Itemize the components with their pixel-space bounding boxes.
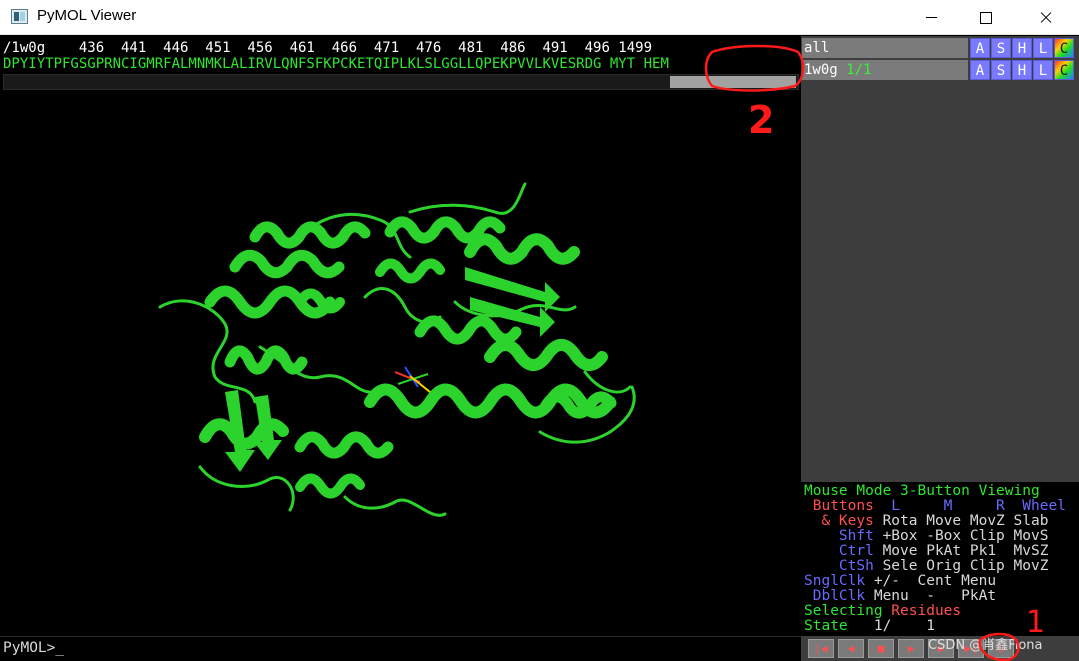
label-button[interactable]: L: [1033, 38, 1053, 58]
color-button[interactable]: C: [1054, 38, 1074, 58]
ctrl-shift-row: CtSh Sele Orig Clip MovZ: [804, 558, 1049, 574]
watermark: CSDN @肖鑫Fiona: [928, 638, 1043, 653]
show-button[interactable]: S: [991, 38, 1011, 58]
maximize-button[interactable]: [963, 0, 1009, 35]
play-icon[interactable]: ▶: [898, 639, 924, 658]
command-prompt[interactable]: PyMOL>_: [3, 640, 64, 656]
object-name[interactable]: all: [802, 38, 968, 58]
mouse-mode-title[interactable]: Mouse Mode 3-Button Viewing: [804, 484, 1040, 499]
label-button[interactable]: L: [1033, 60, 1053, 80]
shift-row: Shft +Box -Box Clip MovS: [804, 528, 1049, 544]
action-button[interactable]: A: [970, 60, 990, 80]
double-click-row: DblClk Menu - PkAt: [804, 588, 997, 604]
keys-row: & Keys Rota Move MovZ Slab: [804, 513, 1049, 529]
ctrl-row: Ctrl Move PkAt Pk1 MvSZ: [804, 543, 1049, 559]
sequence-scrollbar-thumb[interactable]: [670, 76, 796, 88]
state-row: State 1/ 1: [804, 618, 935, 634]
object-name[interactable]: 1w0g 1/1: [802, 60, 968, 80]
minimize-button[interactable]: [908, 0, 954, 35]
command-line[interactable]: PyMOL>_: [0, 636, 801, 661]
window-title: PyMOL Viewer: [37, 7, 137, 24]
action-button[interactable]: A: [970, 38, 990, 58]
step-back-icon[interactable]: ◀: [838, 639, 864, 658]
object-panel: all A S H L C 1w0g 1/1 A S H L C: [801, 36, 1079, 482]
protein-cartoon: [158, 182, 636, 517]
window-titlebar: PyMOL Viewer: [0, 0, 1079, 35]
selecting-mode[interactable]: Selecting Residues: [804, 604, 961, 619]
hide-button[interactable]: H: [1012, 38, 1032, 58]
molecule-viewport[interactable]: [0, 92, 801, 636]
hide-button[interactable]: H: [1012, 60, 1032, 80]
color-button[interactable]: C: [1054, 60, 1074, 80]
show-button[interactable]: S: [991, 60, 1011, 80]
sequence-scrollbar[interactable]: [3, 74, 799, 90]
sequence-residues[interactable]: DPYIYTPFGSGPRNCIGMRFALMNMKLALIRVLQNFSFKP…: [3, 56, 669, 72]
buttons-row: Buttons L M R Wheel: [804, 498, 1066, 514]
sequence-residue-numbers: /1w0g 436 441 446 451 456 461 466 471 47…: [3, 40, 653, 56]
rewind-icon[interactable]: |◀: [808, 639, 834, 658]
object-row-all[interactable]: all A S H L C: [801, 37, 1079, 58]
pymol-app-icon: [11, 9, 28, 24]
single-click-row: SnglClk +/- Cent Menu: [804, 573, 997, 589]
close-button[interactable]: [1023, 0, 1069, 35]
mouse-mode-panel[interactable]: Mouse Mode 3-Button Viewing Buttons L M …: [801, 482, 1079, 636]
object-row-1w0g[interactable]: 1w0g 1/1 A S H L C: [801, 59, 1079, 80]
stop-icon[interactable]: ■: [868, 639, 894, 658]
